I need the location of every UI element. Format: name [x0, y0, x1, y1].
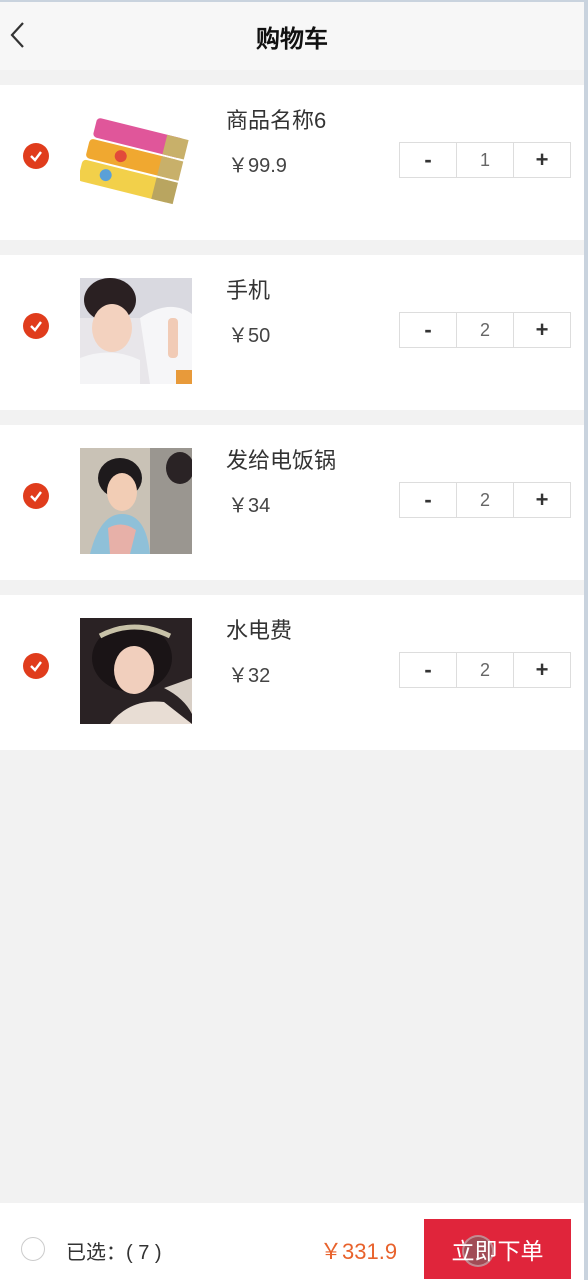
checkmark-icon: [30, 321, 42, 332]
item-checkbox[interactable]: [23, 653, 49, 679]
item-checkbox[interactable]: [23, 483, 49, 509]
back-button[interactable]: [2, 18, 32, 52]
cart-item: 手机 ￥50 - 2 +: [0, 255, 584, 410]
decrease-button[interactable]: -: [400, 653, 456, 687]
chevron-left-icon: [10, 22, 24, 48]
total-price: ￥331.9: [320, 1239, 398, 1264]
decrease-button[interactable]: -: [400, 313, 456, 347]
increase-button[interactable]: +: [514, 313, 570, 347]
product-price: ￥99.9: [228, 155, 287, 177]
app-frame: 购物车 商品名称6 ￥99.9 - 1 + 手机 ￥50 - 2 + 发给电饭锅…: [0, 0, 588, 1280]
product-name: 商品名称6: [226, 108, 327, 133]
order-now-button[interactable]: 立即下单: [424, 1219, 571, 1279]
cart-item: 水电费 ￥32 - 2 +: [0, 595, 584, 750]
quantity-stepper: - 2 +: [399, 482, 571, 518]
product-price: ￥32: [228, 665, 271, 687]
quantity-value[interactable]: 2: [456, 483, 514, 517]
decrease-button[interactable]: -: [400, 143, 456, 177]
order-now-label: 立即下单: [451, 1239, 544, 1265]
selected-count: 已选：( 7 ): [66, 1242, 162, 1264]
checkmark-icon: [30, 151, 42, 162]
increase-button[interactable]: +: [514, 653, 570, 687]
quantity-stepper: - 1 +: [399, 142, 571, 178]
product-price: ￥50: [228, 325, 271, 347]
cart-item: 发给电饭锅 ￥34 - 2 +: [0, 425, 584, 580]
top-navbar: 购物车: [0, 2, 584, 70]
product-price: ￥34: [228, 495, 271, 517]
quantity-value[interactable]: 1: [456, 143, 514, 177]
product-image[interactable]: [80, 448, 192, 554]
product-name: 发给电饭锅: [226, 448, 337, 473]
product-image[interactable]: [80, 618, 192, 724]
increase-button[interactable]: +: [514, 143, 570, 177]
product-name: 水电费: [226, 618, 293, 643]
page-title: 购物车: [256, 24, 328, 53]
quantity-value[interactable]: 2: [456, 313, 514, 347]
product-image[interactable]: [80, 108, 192, 214]
cart-item: 商品名称6 ￥99.9 - 1 +: [0, 85, 584, 240]
increase-button[interactable]: +: [514, 483, 570, 517]
quantity-stepper: - 2 +: [399, 312, 571, 348]
quantity-stepper: - 2 +: [399, 652, 571, 688]
item-checkbox[interactable]: [23, 313, 49, 339]
quantity-value[interactable]: 2: [456, 653, 514, 687]
checkmark-icon: [30, 491, 42, 502]
decrease-button[interactable]: -: [400, 483, 456, 517]
checkout-bar: 已选：( 7 ) ￥331.9 立即下单: [0, 1203, 584, 1280]
item-checkbox[interactable]: [23, 143, 49, 169]
cart-list: 商品名称6 ￥99.9 - 1 + 手机 ￥50 - 2 + 发给电饭锅 ￥34…: [0, 85, 584, 765]
product-image[interactable]: [80, 278, 192, 384]
checkmark-icon: [30, 661, 42, 672]
select-all-checkbox[interactable]: [21, 1237, 45, 1261]
product-name: 手机: [226, 278, 271, 303]
